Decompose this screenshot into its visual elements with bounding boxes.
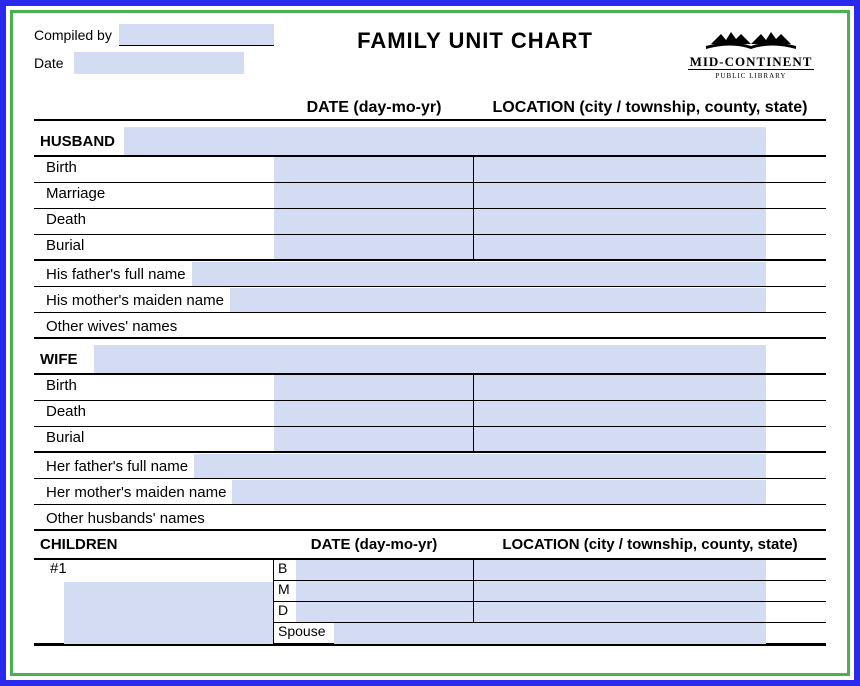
wife-name-field[interactable] bbox=[94, 345, 766, 373]
compiled-by-label: Compiled by bbox=[34, 27, 119, 43]
wife-other-husbands-field[interactable] bbox=[211, 505, 766, 529]
children-label: CHILDREN bbox=[34, 536, 274, 553]
child-1-marriage-row: M bbox=[274, 581, 826, 602]
husband-marriage-row: Marriage bbox=[34, 183, 826, 209]
book-icon bbox=[701, 24, 801, 54]
wife-mother-field[interactable] bbox=[232, 480, 766, 504]
compiled-by-field[interactable] bbox=[119, 24, 274, 46]
husband-birth-date[interactable] bbox=[274, 157, 474, 182]
husband-label: HUSBAND bbox=[34, 133, 124, 150]
logo-main-text: MID-CONTINENT bbox=[688, 54, 815, 70]
husband-death-row: Death bbox=[34, 209, 826, 235]
child-1-m-location[interactable] bbox=[474, 581, 766, 601]
child-1-d-location[interactable] bbox=[474, 602, 766, 622]
child-1-number: #1 bbox=[34, 560, 273, 582]
wife-father-field[interactable] bbox=[194, 454, 766, 478]
compiled-block: Compiled by Date bbox=[34, 24, 274, 74]
husband-father-row: His father's full name bbox=[34, 261, 826, 287]
child-1-birth-row: B bbox=[274, 560, 826, 581]
husband-burial-location[interactable] bbox=[474, 235, 766, 259]
wife-birth-location[interactable] bbox=[474, 375, 766, 400]
child-1-spouse-field[interactable] bbox=[334, 623, 766, 644]
wife-burial-row: Burial bbox=[34, 427, 826, 453]
husband-other-wives-row: Other wives' names bbox=[34, 313, 826, 339]
wife-birth-label: Birth bbox=[34, 375, 274, 400]
header-bar: Compiled by Date FAMILY UNIT CHART MID-C… bbox=[34, 24, 826, 81]
wife-birth-date[interactable] bbox=[274, 375, 474, 400]
wife-burial-location[interactable] bbox=[474, 427, 766, 451]
child-1-b-date[interactable] bbox=[296, 560, 474, 580]
wife-death-row: Death bbox=[34, 401, 826, 427]
husband-mother-row: His mother's maiden name bbox=[34, 287, 826, 313]
wife-other-husbands-row: Other husbands' names bbox=[34, 505, 826, 531]
wife-mother-label: Her mother's maiden name bbox=[34, 482, 232, 501]
husband-birth-label: Birth bbox=[34, 157, 274, 182]
husband-birth-location[interactable] bbox=[474, 157, 766, 182]
page-title: FAMILY UNIT CHART bbox=[274, 24, 676, 54]
husband-mother-field[interactable] bbox=[230, 288, 766, 312]
column-headers: DATE (day-mo-yr) LOCATION (city / townsh… bbox=[34, 99, 826, 121]
child-1-m-label: M bbox=[274, 581, 296, 601]
husband-marriage-label: Marriage bbox=[34, 183, 274, 208]
child-1-spouse-row: Spouse bbox=[274, 623, 826, 644]
wife-section-head: WIFE bbox=[34, 345, 826, 375]
wife-birth-row: Birth bbox=[34, 375, 826, 401]
child-1-b-label: B bbox=[274, 560, 296, 580]
child-1-death-row: D bbox=[274, 602, 826, 623]
date-label: Date bbox=[34, 55, 74, 71]
husband-death-date[interactable] bbox=[274, 209, 474, 234]
husband-death-label: Death bbox=[34, 209, 274, 234]
logo-sub-text: PUBLIC LIBRARY bbox=[716, 72, 787, 80]
husband-section-head: HUSBAND bbox=[34, 127, 826, 157]
wife-death-location[interactable] bbox=[474, 401, 766, 426]
child-1-name-field[interactable] bbox=[64, 582, 273, 644]
document-page: Compiled by Date FAMILY UNIT CHART MID-C… bbox=[16, 16, 844, 670]
wife-death-label: Death bbox=[34, 401, 274, 426]
wife-death-date[interactable] bbox=[274, 401, 474, 426]
child-1-spouse-label: Spouse bbox=[274, 623, 334, 644]
child-1-d-label: D bbox=[274, 602, 296, 622]
husband-other-wives-field[interactable] bbox=[183, 313, 766, 337]
wife-other-husbands-label: Other husbands' names bbox=[34, 508, 211, 527]
date-column-header: DATE (day-mo-yr) bbox=[274, 99, 474, 117]
husband-birth-row: Birth bbox=[34, 157, 826, 183]
wife-burial-label: Burial bbox=[34, 427, 274, 451]
wife-father-row: Her father's full name bbox=[34, 453, 826, 479]
child-1-m-date[interactable] bbox=[296, 581, 474, 601]
child-1-block: #1 B M D Spouse bbox=[34, 560, 826, 644]
husband-marriage-date[interactable] bbox=[274, 183, 474, 208]
children-location-header: LOCATION (city / township, county, state… bbox=[474, 536, 826, 553]
husband-father-field[interactable] bbox=[192, 262, 766, 286]
child-1-d-date[interactable] bbox=[296, 602, 474, 622]
husband-name-field[interactable] bbox=[124, 127, 766, 155]
child-1-b-location[interactable] bbox=[474, 560, 766, 580]
header-date-field[interactable] bbox=[74, 52, 244, 74]
husband-death-location[interactable] bbox=[474, 209, 766, 234]
wife-father-label: Her father's full name bbox=[34, 456, 194, 475]
husband-other-wives-label: Other wives' names bbox=[34, 316, 183, 335]
library-logo: MID-CONTINENT PUBLIC LIBRARY bbox=[676, 24, 826, 81]
husband-burial-date[interactable] bbox=[274, 235, 474, 259]
husband-burial-label: Burial bbox=[34, 235, 274, 259]
wife-burial-date[interactable] bbox=[274, 427, 474, 451]
outer-frame: Compiled by Date FAMILY UNIT CHART MID-C… bbox=[0, 0, 860, 686]
wife-mother-row: Her mother's maiden name bbox=[34, 479, 826, 505]
husband-mother-label: His mother's maiden name bbox=[34, 290, 230, 309]
children-header: CHILDREN DATE (day-mo-yr) LOCATION (city… bbox=[34, 535, 826, 560]
wife-label: WIFE bbox=[34, 351, 94, 368]
husband-father-label: His father's full name bbox=[34, 264, 192, 283]
husband-marriage-location[interactable] bbox=[474, 183, 766, 208]
husband-burial-row: Burial bbox=[34, 235, 826, 261]
inner-frame: Compiled by Date FAMILY UNIT CHART MID-C… bbox=[10, 10, 850, 676]
children-date-header: DATE (day-mo-yr) bbox=[274, 536, 474, 553]
location-column-header: LOCATION (city / township, county, state… bbox=[474, 99, 826, 117]
